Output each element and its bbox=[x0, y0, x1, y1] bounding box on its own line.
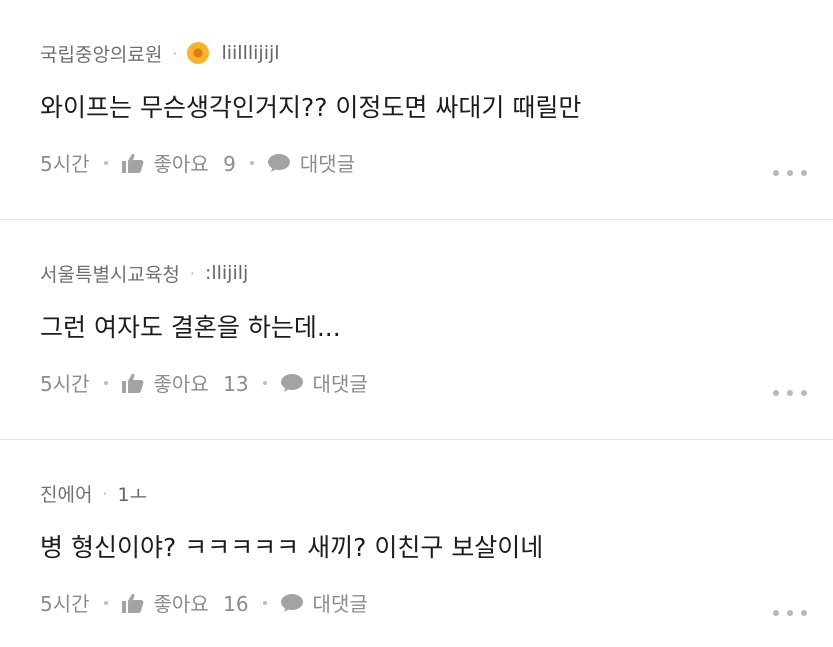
thumbs-up-icon[interactable] bbox=[121, 373, 144, 393]
action-separator bbox=[103, 160, 108, 165]
more-dots-icon bbox=[773, 610, 779, 616]
author-name[interactable]: 서울특별시교육청 bbox=[40, 260, 180, 287]
comment-meta: 국립중앙의료원 · liilllijijl bbox=[40, 40, 280, 66]
comment-actions: 5시간 좋아요 9 대댓글 bbox=[40, 148, 355, 177]
action-separator bbox=[262, 600, 267, 605]
comment-meta: 진에어 · 1ㅗ bbox=[40, 480, 147, 506]
more-options-button[interactable] bbox=[773, 608, 807, 618]
speech-bubble-icon[interactable] bbox=[267, 153, 290, 172]
more-dots-icon bbox=[773, 390, 779, 396]
like-label: 좋아요 bbox=[153, 372, 209, 396]
author-name[interactable]: 진에어 bbox=[40, 480, 92, 507]
more-options-button[interactable] bbox=[773, 388, 807, 398]
meta-separator: · bbox=[102, 483, 108, 503]
like-button[interactable]: 좋아요 9 bbox=[154, 148, 236, 177]
comment-item: 국립중앙의료원 · liilllijijl 와이프는 무슨생각인거지?? 이정도… bbox=[0, 0, 833, 220]
comment-actions: 5시간 좋아요 16 대댓글 bbox=[40, 588, 368, 617]
meta-separator: · bbox=[189, 263, 195, 283]
meta-separator: · bbox=[172, 43, 178, 63]
thumbs-up-icon[interactable] bbox=[121, 153, 144, 173]
action-separator bbox=[103, 600, 108, 605]
speech-bubble-icon[interactable] bbox=[280, 373, 303, 392]
like-count: 13 bbox=[223, 372, 249, 396]
like-label: 좋아요 bbox=[153, 152, 209, 176]
speech-bubble-icon[interactable] bbox=[280, 593, 303, 612]
like-count: 9 bbox=[223, 152, 236, 176]
action-separator bbox=[249, 160, 254, 165]
reply-button[interactable]: 대댓글 bbox=[313, 588, 368, 617]
comment-actions: 5시간 좋아요 13 대댓글 bbox=[40, 368, 368, 397]
like-button[interactable]: 좋아요 16 bbox=[154, 588, 249, 617]
comment-item: 진에어 · 1ㅗ 병 형신이야? ㅋㅋㅋㅋㅋ 새끼? 이친구 보살이네 5시간 … bbox=[0, 440, 833, 647]
comment-text: 그런 여자도 결혼을 하는데... bbox=[40, 313, 341, 342]
comment-time: 5시간 bbox=[40, 372, 90, 396]
comment-time: 5시간 bbox=[40, 592, 90, 616]
author-name[interactable]: 국립중앙의료원 bbox=[40, 40, 162, 67]
like-button[interactable]: 좋아요 13 bbox=[154, 368, 249, 397]
comment-meta: 서울특별시교육청 · :llijilj bbox=[40, 260, 248, 286]
flower-badge-icon bbox=[187, 42, 210, 64]
comment-text: 병 형신이야? ㅋㅋㅋㅋㅋ 새끼? 이친구 보살이네 bbox=[40, 533, 544, 562]
action-separator bbox=[262, 380, 267, 385]
thumbs-up-icon[interactable] bbox=[121, 593, 144, 613]
action-separator bbox=[103, 380, 108, 385]
like-label: 좋아요 bbox=[153, 592, 209, 616]
comment-time: 5시간 bbox=[40, 152, 90, 176]
more-options-button[interactable] bbox=[773, 168, 807, 178]
like-count: 16 bbox=[223, 592, 249, 616]
author-nickname: 1ㅗ bbox=[117, 483, 148, 506]
reply-button[interactable]: 대댓글 bbox=[313, 368, 368, 397]
reply-button[interactable]: 대댓글 bbox=[300, 148, 355, 177]
comment-list: 국립중앙의료원 · liilllijijl 와이프는 무슨생각인거지?? 이정도… bbox=[0, 0, 833, 647]
author-nickname: liilllijijl bbox=[221, 42, 280, 64]
comment-item: 서울특별시교육청 · :llijilj 그런 여자도 결혼을 하는데... 5시… bbox=[0, 220, 833, 440]
comment-text: 와이프는 무슨생각인거지?? 이정도면 싸대기 때릴만 bbox=[40, 93, 582, 122]
author-nickname: :llijilj bbox=[204, 262, 249, 284]
more-dots-icon bbox=[773, 170, 779, 176]
